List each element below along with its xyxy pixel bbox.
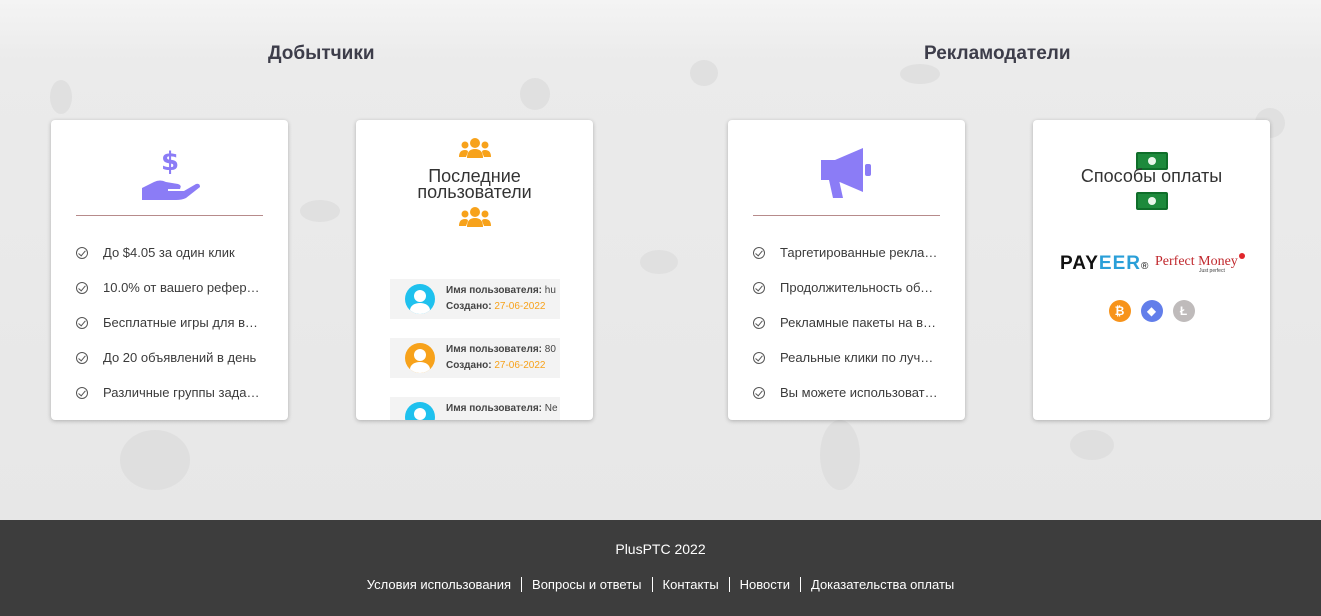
feature-item: Таргетированные реклама [753,235,948,270]
users-icon [356,206,593,228]
check-circle-icon [76,386,88,399]
check-circle-icon [76,316,88,329]
user-list-item[interactable]: Имя пользователя: 80 Создано: 27-06-2022 [390,338,560,378]
payment-methods-title: Способы оплаты [1080,166,1223,186]
money-bill-icon [1136,192,1168,210]
advertisers-section-title: Рекламодатели [924,43,1071,64]
check-circle-icon [753,281,765,294]
feature-item: Различные группы заданий [76,375,271,410]
feature-item: 10.0% от вашего реферала [76,270,271,305]
avatar [405,284,435,314]
footer-link-news[interactable]: Новости [730,577,801,592]
avatar [405,343,435,373]
crypto-coins: ₿ ◆ Ł [1033,300,1270,322]
footer-links: Условия использования Вопросы и ответы К… [0,577,1321,592]
check-circle-icon [76,246,88,259]
user-list-item[interactable]: Имя пользователя: Ne Создано: 27-06-2022 [390,397,560,420]
footer-link-contacts[interactable]: Контакты [653,577,730,592]
earners-section-title: Добытчики [268,43,375,64]
card-divider [753,215,940,216]
earners-feature-list: До $4.05 за один клик 10.0% от вашего ре… [76,235,271,410]
check-circle-icon [76,351,88,364]
footer-link-payment-proofs[interactable]: Доказательства оплаты [801,577,964,592]
litecoin-icon: Ł [1172,300,1195,322]
payeer-logo: PAYEER® [1060,253,1150,274]
payment-methods-card: Способы оплаты PAYEER® Perfect Money Jus… [1033,120,1270,420]
check-circle-icon [753,246,765,259]
check-circle-icon [76,281,88,294]
advertisers-feature-list: Таргетированные реклама Продолжительност… [753,235,948,410]
users-icon [356,137,593,159]
footer-link-terms[interactable]: Условия использования [357,577,523,592]
user-list-item[interactable]: Имя пользователя: hu Создано: 27-06-2022 [390,279,560,319]
feature-item: До 20 объявлений в день [76,340,271,375]
check-circle-icon [753,351,765,364]
hand-dollar-icon: $ [51,144,288,204]
advertisers-card: Таргетированные реклама Продолжительност… [728,120,965,420]
footer-link-faq[interactable]: Вопросы и ответы [522,577,653,592]
latest-users-card: Последние пользователи Имя пользователя:… [356,120,593,420]
ethereum-icon: ◆ [1140,300,1163,322]
perfect-money-logo: Perfect Money Just perfect [1155,253,1245,274]
avatar [405,402,435,420]
bitcoin-icon: ₿ [1108,300,1131,322]
megaphone-icon [728,144,965,204]
feature-item: Реальные клики по лучшим ценам [753,340,948,375]
svg-text:$: $ [160,147,178,177]
footer-copyright: PlusPTC 2022 [615,541,706,557]
feature-item: Продолжительность объявлений [753,270,948,305]
earners-card: $ До $4.05 за один клик 10.0% от вашего … [51,120,288,420]
check-circle-icon [753,316,765,329]
feature-item: Бесплатные игры для всех [76,305,271,340]
feature-item: До $4.05 за один клик [76,235,271,270]
feature-item: Рекламные пакеты на выбор [753,305,948,340]
check-circle-icon [753,386,765,399]
card-divider [76,215,263,216]
latest-users-title: Последние пользователи [417,166,532,202]
feature-item: Вы можете использовать баланс [753,375,948,410]
footer: PlusPTC 2022 Условия использования Вопро… [0,520,1321,616]
